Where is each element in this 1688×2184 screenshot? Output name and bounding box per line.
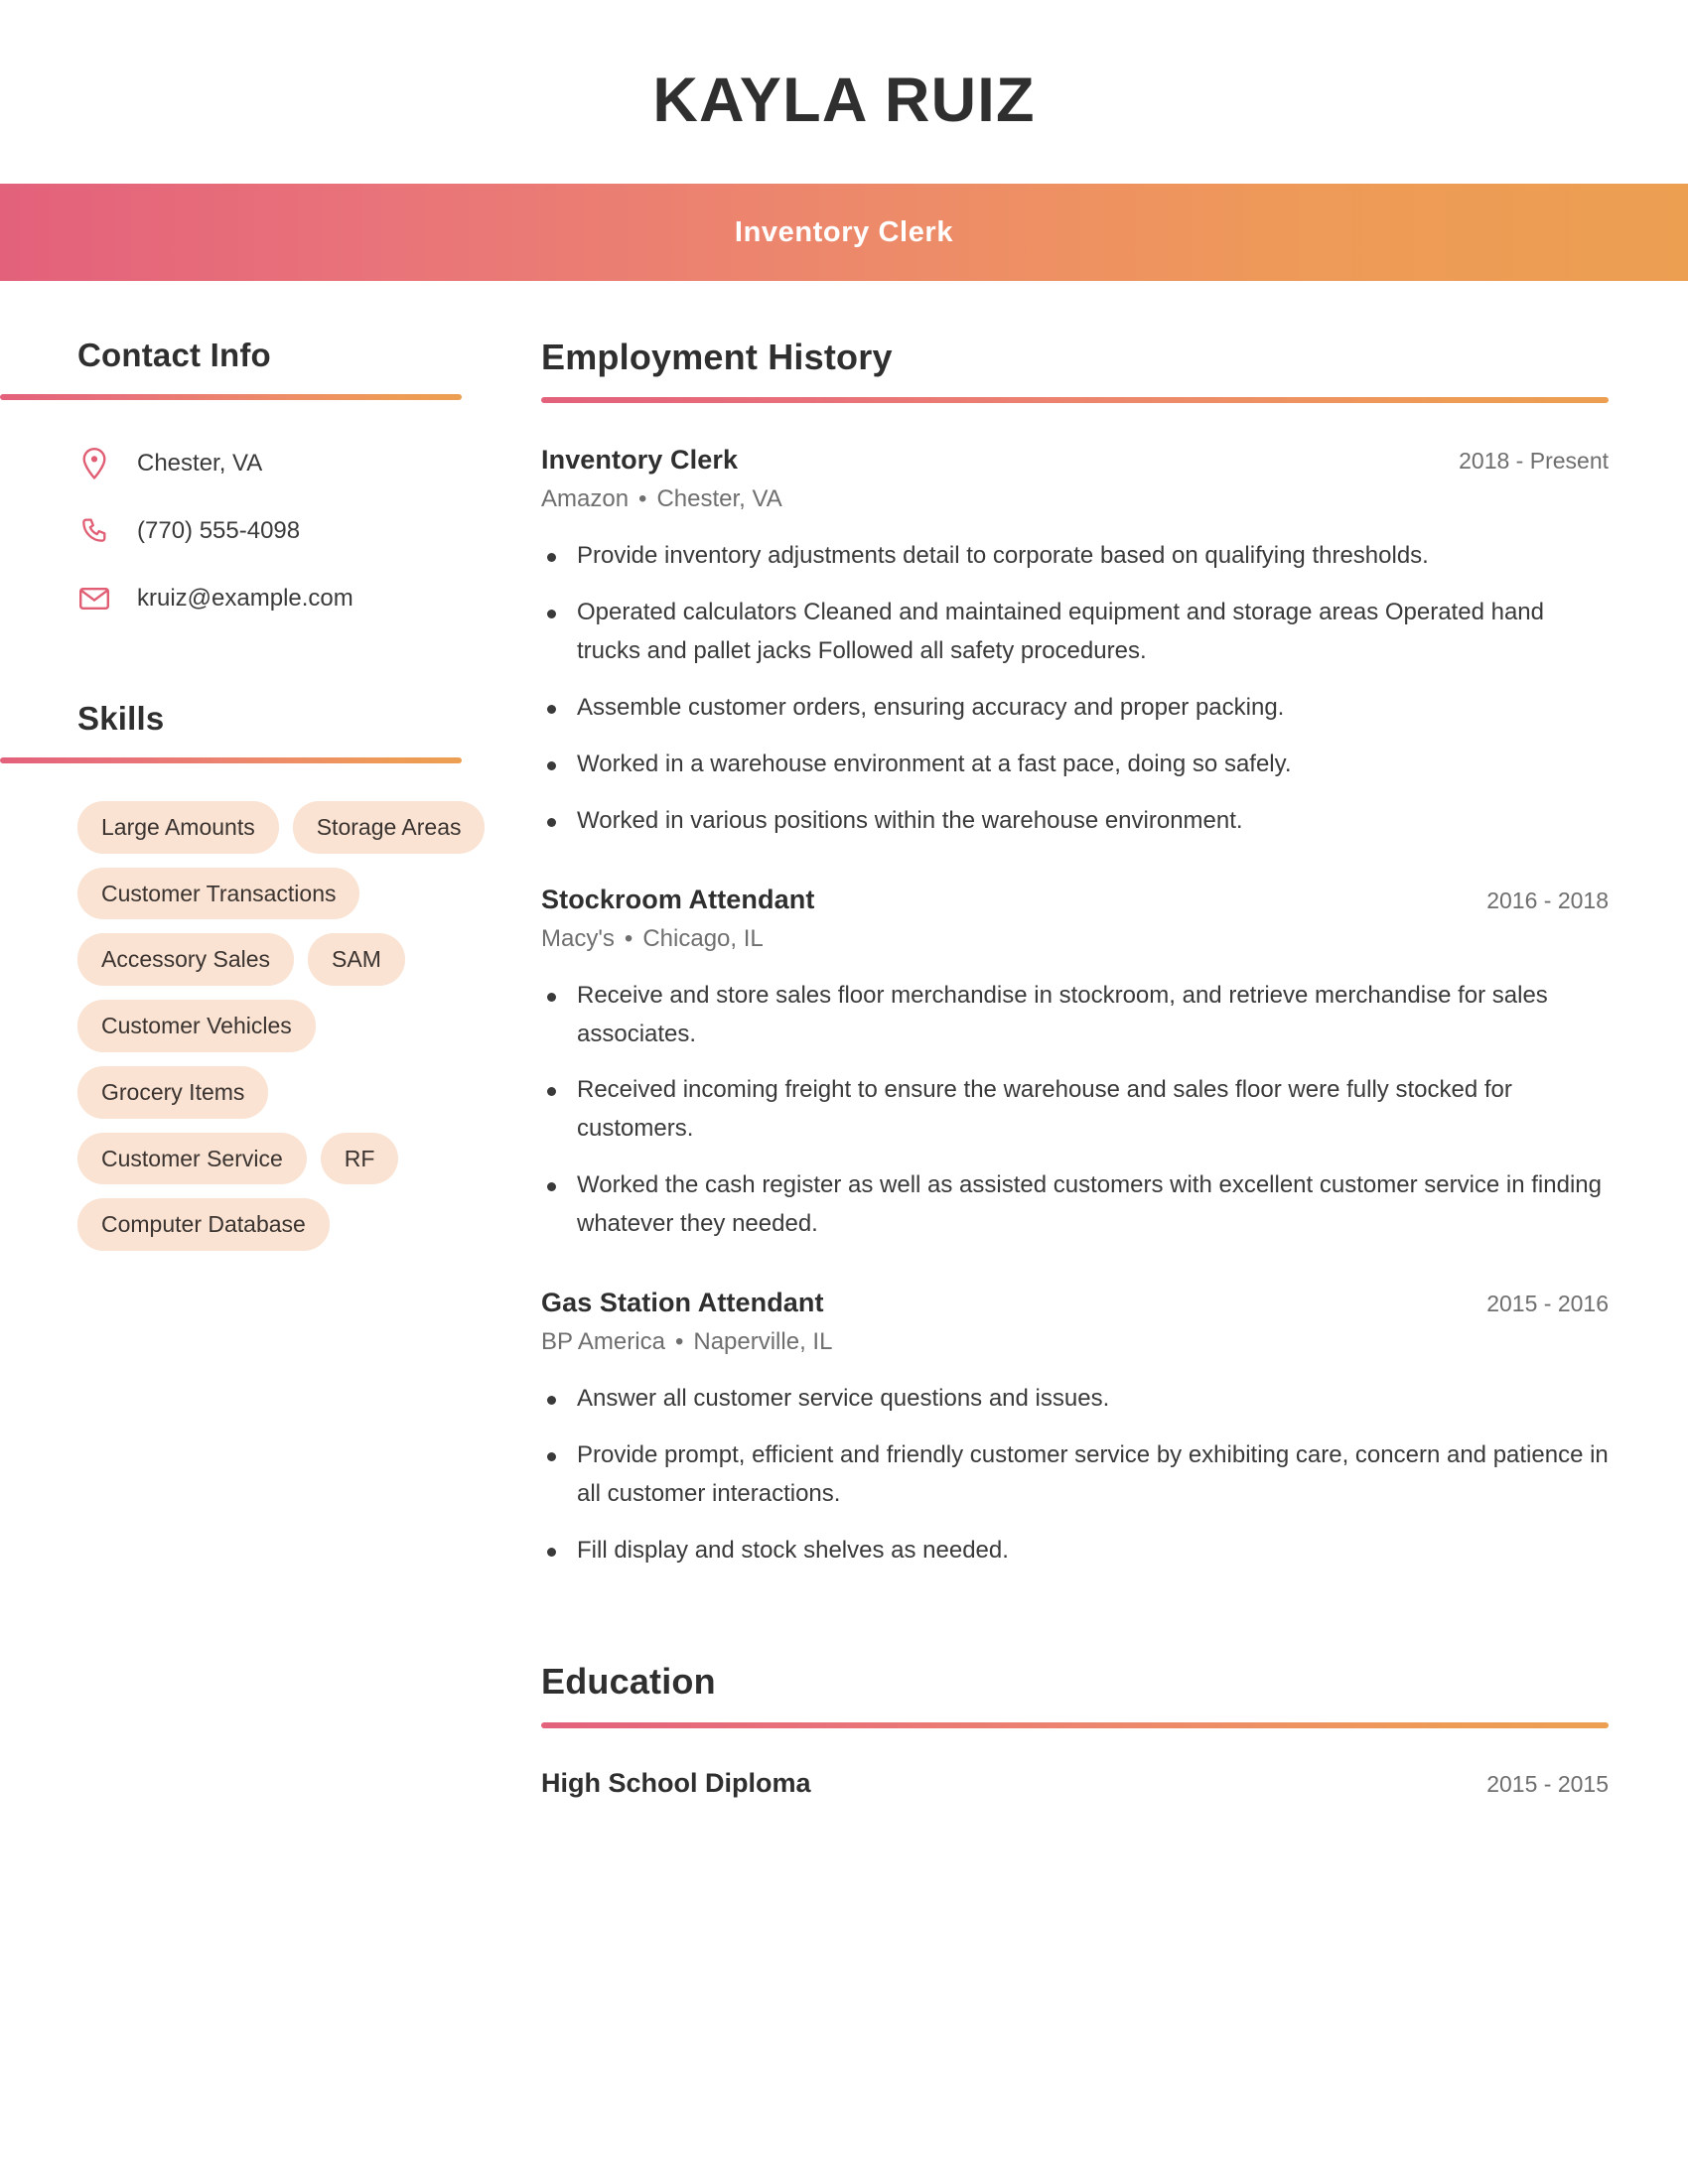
job-bullet: Receive and store sales floor merchandis… (541, 977, 1609, 1054)
job-entry: Inventory Clerk 2018 - Present Amazon • Ch… (541, 445, 1609, 840)
job-company-location: BP America • Naperville, IL (541, 1328, 1609, 1356)
contact-item-phone[interactable]: (770) 555-4098 (77, 507, 511, 555)
skill-pill[interactable]: Customer Transactions (77, 867, 360, 920)
job-dates: 2015 - 2016 (1486, 1290, 1609, 1316)
job-title-band: Inventory Clerk (0, 184, 1688, 281)
education-list: High School Diploma 2015 - 2015 (541, 1768, 1609, 1799)
job-role: Stockroom Attendant (541, 884, 815, 914)
job-bullet: Provide prompt, efficient and friendly c… (541, 1436, 1609, 1514)
job-bullet: Fill display and stock shelves as needed… (541, 1532, 1609, 1570)
meta-separator-icon: • (624, 924, 633, 952)
contact-item-location[interactable]: Chester, VA (77, 440, 511, 487)
skill-pill[interactable]: Grocery Items (77, 1065, 269, 1119)
job-bullet: Answer all customer service questions an… (541, 1380, 1609, 1419)
education-divider (541, 1721, 1609, 1728)
skill-pill[interactable]: Customer Service (77, 1132, 307, 1185)
sidebar: Contact Info Chester, VA (770) 555-4098 … (0, 337, 541, 1252)
job-header: Inventory Clerk 2018 - Present (541, 445, 1609, 476)
resume-page: KAYLA RUIZ Inventory Clerk Contact Info (0, 0, 1688, 2184)
job-company: Macy's (541, 924, 615, 952)
job-company-location: Amazon • Chester, VA (541, 485, 1609, 513)
job-bullet-list: Answer all customer service questions an… (541, 1380, 1609, 1570)
job-bullet: Assemble customer orders, ensuring accur… (541, 689, 1609, 728)
employment-history-divider (541, 397, 1609, 404)
education-entry: High School Diploma 2015 - 2015 (541, 1768, 1609, 1799)
contact-location-value: Chester, VA (137, 450, 263, 478)
job-location: Chicago, IL (642, 924, 764, 952)
employment-history-heading: Employment History (541, 337, 893, 377)
job-role: Inventory Clerk (541, 445, 739, 476)
resume-body: Contact Info Chester, VA (770) 555-4098 … (0, 281, 1688, 1799)
job-bullet: Worked in various positions within the w… (541, 802, 1609, 841)
envelope-icon (77, 586, 111, 612)
skill-pill[interactable]: Customer Vehicles (77, 1000, 316, 1052)
job-entry: Stockroom Attendant 2016 - 2018 Macy's • C… (541, 885, 1609, 1244)
education-heading: Education (541, 1661, 716, 1703)
job-dates: 2016 - 2018 (1486, 887, 1609, 913)
job-list: Inventory Clerk 2018 - Present Amazon • Ch… (541, 445, 1609, 1570)
contact-email-value: kruiz@example.com (137, 585, 353, 613)
education-section: Education High School Diploma 2015 - 201… (541, 1661, 1609, 1798)
job-spacer (541, 1262, 1609, 1288)
skill-pill[interactable]: Storage Areas (292, 800, 486, 854)
job-bullet: Worked the cash register as well as assi… (541, 1166, 1609, 1244)
main-column: Employment History Inventory Clerk 2018 … (541, 337, 1688, 1799)
contact-item-email[interactable]: kruiz@example.com (77, 575, 511, 622)
job-company: Amazon (541, 485, 630, 513)
skills-heading: Skills (77, 699, 165, 737)
job-entry: Gas Station Attendant 2015 - 2016 BP Ame… (541, 1288, 1609, 1570)
job-spacer (541, 859, 1609, 885)
job-header: Stockroom Attendant 2016 - 2018 (541, 885, 1609, 915)
candidate-job-title: Inventory Clerk (734, 215, 954, 248)
contact-info-heading: Contact Info (77, 337, 271, 373)
education-degree: High School Diploma (541, 1767, 811, 1798)
meta-separator-icon: • (674, 1327, 684, 1355)
job-role: Gas Station Attendant (541, 1287, 824, 1317)
job-bullet: Worked in a warehouse environment at a f… (541, 746, 1609, 784)
resume-header: KAYLA RUIZ (0, 0, 1688, 184)
location-pin-icon (77, 447, 111, 480)
job-bullet: Operated calculators Cleaned and maintai… (541, 594, 1609, 671)
contact-list: Chester, VA (770) 555-4098 kruiz@example… (77, 440, 511, 622)
job-header: Gas Station Attendant 2015 - 2016 (541, 1288, 1609, 1318)
skill-pill[interactable]: RF (320, 1132, 399, 1185)
candidate-name: KAYLA RUIZ (652, 66, 1036, 135)
contact-info-section: Contact Info Chester, VA (770) 555-4098 … (0, 337, 511, 622)
employment-history-section: Employment History Inventory Clerk 2018 … (541, 337, 1609, 1570)
education-dates: 2015 - 2015 (1486, 1770, 1609, 1797)
job-bullet: Received incoming freight to ensure the … (541, 1071, 1609, 1149)
skills-divider (0, 756, 462, 763)
job-company: BP America (541, 1327, 665, 1355)
skill-pill[interactable]: Large Amounts (77, 800, 279, 854)
job-dates: 2018 - Present (1459, 448, 1609, 475)
job-bullet-list: Provide inventory adjustments detail to … (541, 537, 1609, 840)
meta-separator-icon: • (638, 485, 647, 513)
skill-pill[interactable]: Accessory Sales (77, 933, 295, 987)
skills-list: Large Amounts Storage Areas Customer Tra… (77, 800, 511, 1252)
contact-info-divider (0, 393, 462, 400)
contact-phone-value: (770) 555-4098 (137, 517, 301, 545)
job-location: Naperville, IL (693, 1327, 833, 1355)
skills-section: Skills Large Amounts Storage Areas Custo… (0, 699, 511, 1252)
job-bullet: Provide inventory adjustments detail to … (541, 537, 1609, 576)
job-company-location: Macy's • Chicago, IL (541, 925, 1609, 953)
skill-pill[interactable]: SAM (308, 933, 405, 987)
phone-icon (77, 516, 111, 546)
job-bullet-list: Receive and store sales floor merchandis… (541, 977, 1609, 1244)
skill-pill[interactable]: Computer Database (77, 1198, 330, 1252)
job-location: Chester, VA (656, 485, 782, 513)
